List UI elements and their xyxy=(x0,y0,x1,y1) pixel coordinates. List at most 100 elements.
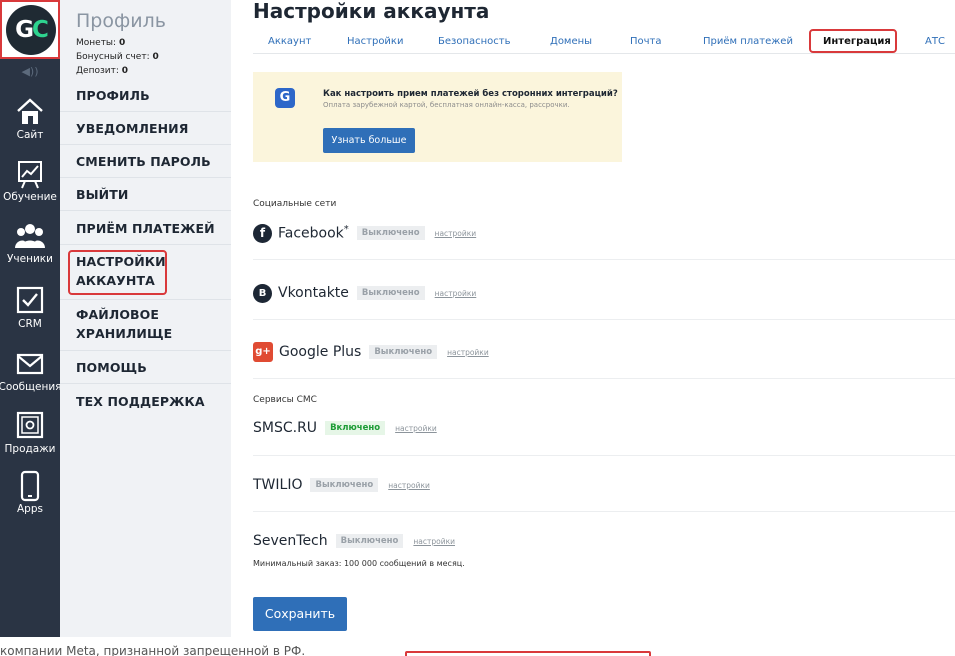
rail-item-site[interactable]: Сайт xyxy=(0,96,60,158)
integration-row-twilio: TWILIO Выключено настройки xyxy=(253,474,430,496)
menu-item-payments[interactable]: ПРИЁМ ПЛАТЕЖЕЙ xyxy=(76,219,226,238)
rail-item-label: Сообщения xyxy=(0,381,62,393)
rail-item-students[interactable]: Ученики xyxy=(0,220,60,282)
promo-heading: Как настроить прием платежей без сторонн… xyxy=(323,89,618,99)
status-badge: Выключено xyxy=(356,286,425,300)
rail-item-label: Обучение xyxy=(3,191,57,203)
menu-divider xyxy=(60,210,231,211)
min-order-note: Минимальный заказ: 100 000 сообщений в м… xyxy=(253,559,465,568)
sound-icon[interactable]: ◀)) xyxy=(19,65,41,79)
checkbox-icon xyxy=(16,286,44,314)
row-divider xyxy=(253,378,955,379)
menu-item-logout[interactable]: ВЫЙТИ xyxy=(76,185,226,204)
social-section-title: Социальные сети xyxy=(253,199,337,209)
rail-item-label: Ученики xyxy=(7,253,53,265)
footnote-mark: * xyxy=(343,224,349,236)
logo-letter-g: G xyxy=(15,17,34,43)
integration-name: Vkontakte xyxy=(278,285,349,301)
getcourse-g-icon: G xyxy=(275,88,295,108)
learn-more-button[interactable]: Узнать больше xyxy=(323,128,415,153)
users-icon xyxy=(15,224,45,248)
integration-name: SevenTech xyxy=(253,533,328,549)
page-title: Настройки аккаунта xyxy=(253,0,490,23)
logo-badge: GC xyxy=(6,5,56,55)
highlight-frame xyxy=(809,29,897,53)
google-plus-icon: g+ xyxy=(253,342,273,362)
tabs-underline xyxy=(253,53,955,54)
highlight-frame xyxy=(405,651,651,656)
rail-item-crm[interactable]: CRM xyxy=(0,285,60,347)
bonus-value: 0 xyxy=(152,52,159,62)
integration-name: TWILIO xyxy=(253,477,303,493)
vk-icon: B xyxy=(253,283,272,303)
settings-link[interactable]: настройки xyxy=(388,481,430,490)
bonus-stat: Бонусный счет: 0 xyxy=(76,52,159,62)
app-root: { "rail": { "logo": {"g": "G", "c": "C"}… xyxy=(0,0,955,656)
deposit-label: Депозит: xyxy=(76,66,119,76)
status-badge: Выключено xyxy=(369,345,438,359)
profile-title: Профиль xyxy=(76,10,166,32)
deposit-stat: Депозит: 0 xyxy=(76,66,128,76)
status-badge: Выключено xyxy=(356,226,425,240)
chart-board-icon xyxy=(18,161,42,189)
tab-mail[interactable]: Почта xyxy=(630,36,662,47)
tab-payments[interactable]: Приём платежей xyxy=(703,36,793,47)
menu-item-file-storage[interactable]: ФАЙЛОВОЕ ХРАНИЛИЩЕ xyxy=(76,305,186,343)
menu-divider xyxy=(60,383,231,384)
settings-link[interactable]: настройки xyxy=(395,424,437,433)
integration-name: Facebook* xyxy=(278,224,349,242)
rail-item-apps[interactable]: Apps xyxy=(0,470,60,532)
deposit-value: 0 xyxy=(121,66,129,76)
rail-item-label: Продажи xyxy=(4,443,56,455)
menu-divider xyxy=(60,350,231,351)
highlight-frame xyxy=(68,250,167,295)
integration-row-google-plus: g+ Google Plus Выключено настройки xyxy=(253,341,489,363)
integration-name: SMSC.RU xyxy=(253,420,318,436)
menu-item-help[interactable]: ПОМОЩЬ xyxy=(76,358,226,377)
row-divider xyxy=(253,259,955,260)
status-badge: Выключено xyxy=(310,478,379,492)
menu-item-change-password[interactable]: СМЕНИТЬ ПАРОЛЬ xyxy=(76,152,226,171)
profile-sidebar: Профиль Монеты: 0 Бонусный счет: 0 Депоз… xyxy=(60,0,231,637)
rail-item-learning[interactable]: Обучение xyxy=(0,158,60,220)
settings-link[interactable]: настройки xyxy=(413,537,455,546)
integration-row-seventech: SevenTech Выключено настройки xyxy=(253,530,455,552)
settings-link[interactable]: настройки xyxy=(435,289,477,298)
app-logo[interactable]: GC xyxy=(0,0,60,59)
menu-divider xyxy=(60,299,231,300)
rail-item-label: CRM xyxy=(18,318,42,330)
menu-item-support[interactable]: ТЕХ ПОДДЕРЖКА xyxy=(76,392,226,411)
coins-stat: Монеты: 0 xyxy=(76,38,125,48)
logo-letter-c: C xyxy=(32,17,49,43)
safe-icon xyxy=(16,411,44,439)
phone-icon xyxy=(20,470,40,502)
settings-link[interactable]: настройки xyxy=(447,348,489,357)
tab-ats[interactable]: АТС xyxy=(925,36,945,47)
rail-item-label: Сайт xyxy=(16,129,44,141)
envelope-icon xyxy=(16,353,44,375)
row-divider xyxy=(253,319,955,320)
footnote-text: компании Meta, признанной запрещенной в … xyxy=(0,644,306,656)
integration-name-text: Facebook xyxy=(278,225,344,242)
coins-label: Монеты: xyxy=(76,38,117,48)
save-button[interactable]: Сохранить xyxy=(253,597,347,631)
menu-divider xyxy=(60,244,231,245)
integration-row-vkontakte: B Vkontakte Выключено настройки xyxy=(253,282,476,304)
menu-divider xyxy=(60,177,231,178)
rail-item-sales[interactable]: Продажи xyxy=(0,410,60,472)
menu-item-profile[interactable]: ПРОФИЛЬ xyxy=(76,86,226,105)
menu-divider xyxy=(60,111,231,112)
tab-account[interactable]: Аккаунт xyxy=(268,36,311,47)
tab-settings[interactable]: Настройки xyxy=(347,36,403,47)
menu-item-notifications[interactable]: УВЕДОМЛЕНИЯ xyxy=(76,119,226,138)
tab-domains[interactable]: Домены xyxy=(550,36,592,47)
house-icon xyxy=(17,98,43,124)
row-divider xyxy=(253,455,955,456)
rail-item-messages[interactable]: Сообщения xyxy=(0,348,62,410)
settings-link[interactable]: настройки xyxy=(435,229,477,238)
integration-name: Google Plus xyxy=(279,344,362,360)
row-divider xyxy=(253,511,955,512)
tab-security[interactable]: Безопасность xyxy=(438,36,511,47)
integration-row-facebook: f Facebook* Выключено настройки xyxy=(253,222,476,244)
coins-value: 0 xyxy=(118,38,126,48)
